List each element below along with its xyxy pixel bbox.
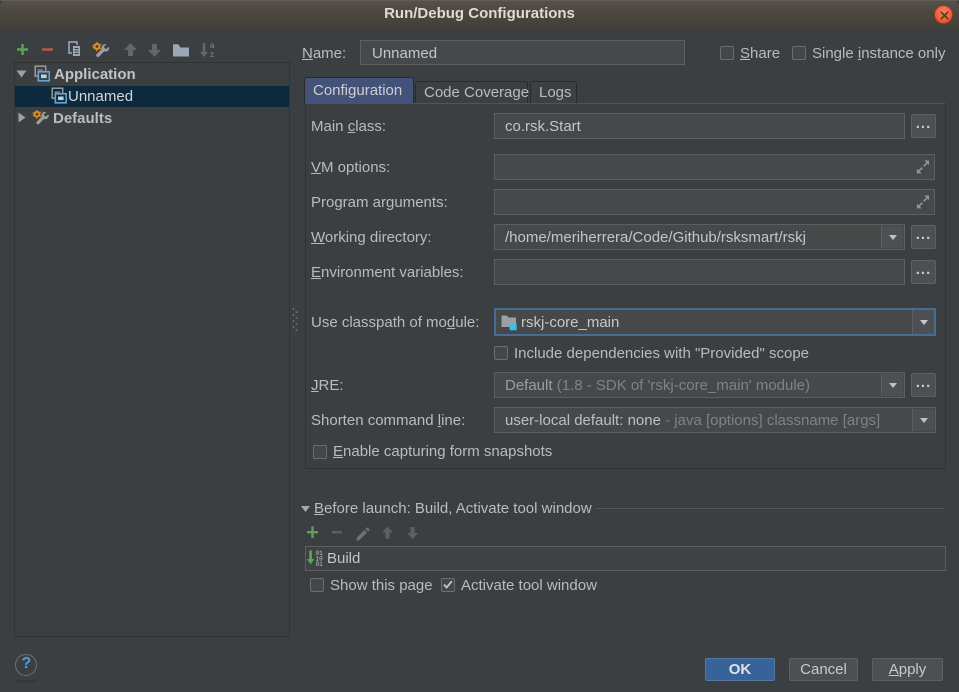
svg-text:01: 01 (316, 561, 324, 567)
svg-text:a: a (210, 41, 215, 50)
svg-text:z: z (210, 50, 214, 59)
